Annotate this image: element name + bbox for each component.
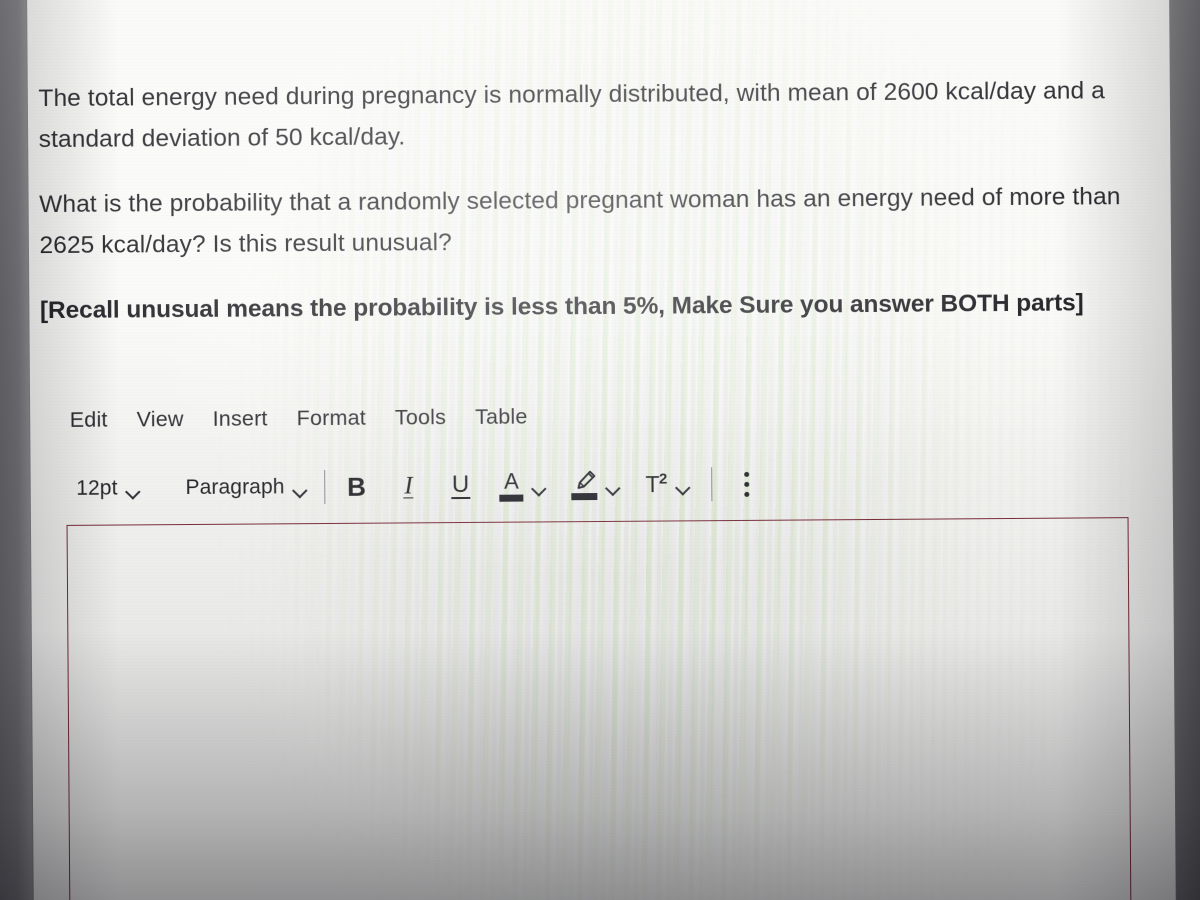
highlighter-icon [571,470,598,501]
screen-content: The total energy need during pregnancy i… [0,0,1200,900]
menu-item-tools[interactable]: Tools [395,405,446,430]
font-size-value: 12pt [76,476,118,500]
superscript-button[interactable]: T2 [645,471,691,499]
kebab-dot [744,471,750,477]
kebab-menu-icon [736,471,758,497]
underline-icon: U [450,470,471,500]
underline-button[interactable]: U [447,469,473,503]
superscript-base: T [645,471,660,498]
highlight-color-swatch [571,493,598,501]
block-format-value: Paragraph [185,475,285,500]
superscript-exponent: 2 [658,470,667,488]
chevron-down-icon[interactable] [676,482,691,491]
answer-textarea[interactable] [66,517,1132,900]
superscript-icon: T2 [645,471,667,499]
italic-icon: I [403,471,414,500]
question-note: [Recall unusual means the probability is… [39,289,1084,325]
question-paragraph-2: What is the probability that a randomly … [39,183,1121,260]
editor-menubar: Edit View Insert Format Tools Table [70,405,528,433]
menu-item-format[interactable]: Format [297,406,366,432]
editor-toolbar: 12pt Paragraph B I U A T2 [76,467,760,506]
font-size-select[interactable]: 12pt [76,476,141,500]
question-text-block: The total energy need during pregnancy i… [38,70,1150,331]
text-color-swatch [499,494,524,502]
more-options-button[interactable] [734,467,760,501]
photo-of-screen: The total energy need during pregnancy i… [0,0,1200,900]
kebab-dot [744,491,750,497]
highlight-color-button[interactable] [571,470,621,501]
toolbar-divider-2 [710,467,713,502]
text-color-letter: A [504,468,519,494]
menu-item-edit[interactable]: Edit [70,408,108,433]
toolbar-divider [324,470,326,505]
text-color-button[interactable]: A [499,468,547,502]
chevron-down-icon[interactable] [532,483,547,492]
text-color-icon: A [499,468,524,502]
menu-item-insert[interactable]: Insert [213,406,268,431]
chevron-down-icon [293,485,308,494]
question-paragraph-1: The total energy need during pregnancy i… [38,77,1105,154]
kebab-dot [744,481,750,487]
bold-button[interactable]: B [343,470,369,504]
chevron-down-icon[interactable] [606,482,621,491]
italic-button[interactable]: I [395,469,421,503]
block-format-select[interactable]: Paragraph [185,475,308,500]
chevron-down-icon [127,486,142,495]
menu-item-view[interactable]: View [137,407,184,432]
menu-item-table[interactable]: Table [475,405,528,430]
bold-icon: B [347,471,367,502]
